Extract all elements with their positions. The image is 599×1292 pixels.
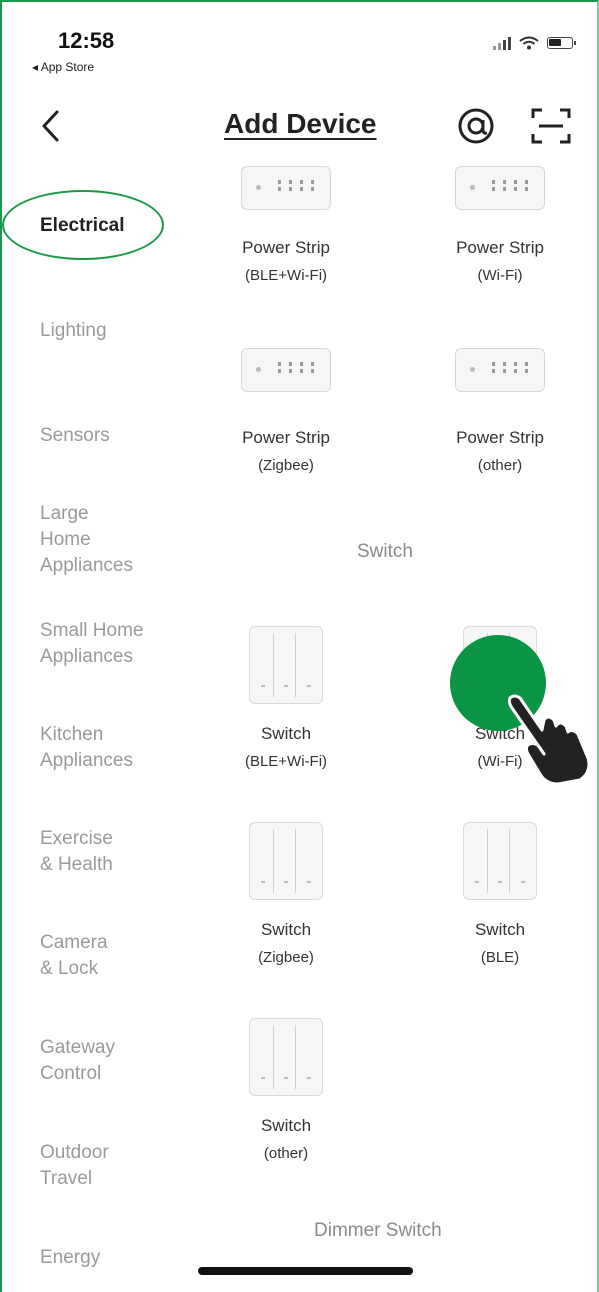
- device-power-strip-ble-wifi[interactable]: Power Strip (BLE+Wi-Fi): [206, 166, 366, 290]
- device-switch-zigbee[interactable]: Switch (Zigbee): [206, 822, 366, 972]
- device-switch-ble[interactable]: Switch (BLE): [420, 822, 580, 972]
- power-strip-icon: [241, 166, 331, 210]
- at-sign-icon[interactable]: [456, 106, 496, 146]
- category-gateway-control[interactable]: Gateway Control: [40, 1035, 180, 1087]
- device-sublabel: (BLE+Wi-Fi): [244, 267, 328, 284]
- category-electrical[interactable]: Electrical: [40, 213, 180, 239]
- device-power-strip-other[interactable]: Power Strip (other): [420, 348, 580, 480]
- device-sublabel: (BLE+Wi-Fi): [244, 753, 328, 770]
- device-label: Switch: [260, 920, 312, 939]
- status-time: 12:58: [58, 28, 115, 53]
- wall-switch-icon: [249, 1018, 323, 1096]
- device-sublabel: (other): [477, 457, 523, 474]
- wall-switch-icon: [463, 822, 537, 900]
- page-title: Add Device: [224, 108, 377, 139]
- category-large-home-appliances[interactable]: Large Home Appliances: [40, 501, 180, 579]
- category-camera-lock[interactable]: Camera & Lock: [40, 930, 180, 982]
- device-label: Switch: [260, 724, 312, 743]
- wifi-icon: [519, 36, 539, 50]
- device-label: Switch: [260, 1116, 312, 1135]
- back-chevron-icon: [42, 110, 59, 142]
- category-small-home-appliances[interactable]: Small Home Appliances: [40, 618, 180, 670]
- scan-icon[interactable]: [530, 106, 572, 146]
- signal-icon: [493, 36, 511, 50]
- category-lighting[interactable]: Lighting: [40, 318, 180, 344]
- power-strip-icon: [455, 166, 545, 210]
- device-switch-ble-wifi[interactable]: Switch (BLE+Wi-Fi): [206, 626, 366, 776]
- device-power-strip-zigbee[interactable]: Power Strip (Zigbee): [206, 348, 366, 480]
- category-outdoor-travel[interactable]: Outdoor Travel: [40, 1140, 180, 1192]
- power-strip-icon: [241, 348, 331, 392]
- device-sublabel: (Zigbee): [258, 457, 314, 474]
- category-energy[interactable]: Energy: [40, 1245, 180, 1271]
- category-kitchen-appliances[interactable]: Kitchen Appliances: [40, 722, 180, 774]
- device-label: Switch: [474, 920, 526, 939]
- status-icons: [493, 36, 576, 50]
- device-sublabel: (Zigbee): [258, 949, 314, 966]
- device-label: Power Strip: [456, 428, 544, 447]
- battery-icon: [547, 37, 576, 49]
- device-switch-other[interactable]: Switch (other): [206, 1018, 366, 1168]
- category-sensors[interactable]: Sensors: [40, 423, 180, 449]
- category-exercise-health[interactable]: Exercise & Health: [40, 826, 180, 878]
- wall-switch-icon: [249, 626, 323, 704]
- section-title-dimmer-switch: Dimmer Switch: [314, 1220, 442, 1241]
- device-label: Power Strip: [242, 238, 330, 257]
- device-sublabel: (other): [263, 1145, 309, 1162]
- device-sublabel: (Wi-Fi): [477, 267, 523, 284]
- back-button[interactable]: [30, 104, 70, 148]
- home-indicator[interactable]: [198, 1267, 413, 1275]
- device-sublabel: (BLE): [480, 949, 520, 966]
- device-power-strip-wifi[interactable]: Power Strip (Wi-Fi): [420, 166, 580, 290]
- back-to-app-store[interactable]: ◂ App Store: [32, 60, 94, 74]
- power-strip-icon: [455, 348, 545, 392]
- device-label: Power Strip: [456, 238, 544, 257]
- device-label: Power Strip: [242, 428, 330, 447]
- pointing-hand-icon: [507, 694, 591, 786]
- section-title-switch: Switch: [357, 541, 413, 562]
- wall-switch-icon: [249, 822, 323, 900]
